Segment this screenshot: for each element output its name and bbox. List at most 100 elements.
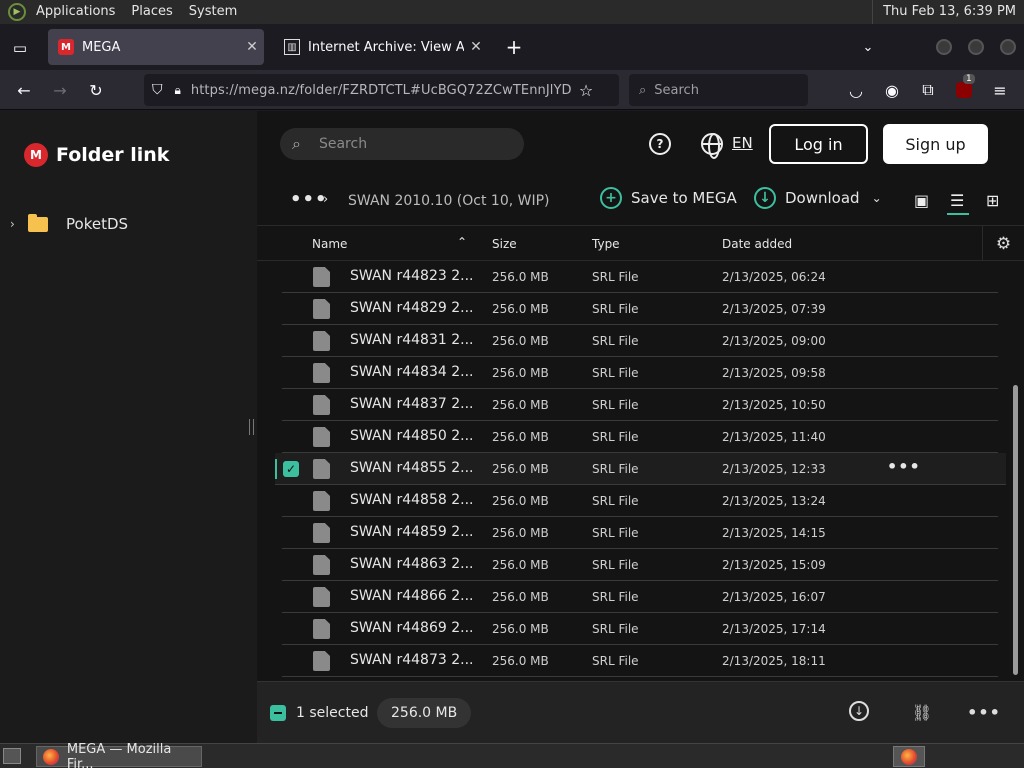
shield-icon[interactable]: ⛉: [152, 82, 163, 98]
table-row[interactable]: SWAN r44850 2... 256.0 MB SRL File 2/13/202…: [282, 421, 998, 453]
save-to-mega-button[interactable]: + Save to MEGA: [600, 187, 737, 209]
table-row[interactable]: SWAN r44863 2... 256.0 MB SRL File 2/13/202…: [282, 549, 998, 581]
search-bar[interactable]: ⌕ Search: [629, 74, 808, 106]
column-settings-gear-icon[interactable]: ⚙: [982, 226, 1024, 261]
places-menu[interactable]: Places: [123, 0, 180, 24]
file-type: SRL File: [592, 462, 639, 476]
table-row[interactable]: ✓ SWAN r44855 2... 256.0 MB SRL File 2/13/20…: [275, 453, 1006, 485]
help-icon[interactable]: ?: [649, 133, 671, 155]
table-row[interactable]: SWAN r44858 2... 256.0 MB SRL File 2/13/202…: [282, 485, 998, 517]
panel-menu: Applications Places System: [28, 0, 245, 24]
url-text[interactable]: https://mega.nz/folder/FZRDTCTL#UcBGQ72Z…: [191, 83, 571, 98]
close-window-icon[interactable]: [1000, 39, 1016, 55]
file-date: 2/13/2025, 18:11: [722, 654, 826, 668]
column-name[interactable]: Name: [312, 237, 347, 251]
back-icon[interactable]: ←: [12, 78, 36, 102]
search-input[interactable]: ⌕ Search: [280, 128, 524, 160]
table-row[interactable]: SWAN r44873 2... 256.0 MB SRL File 2/13/202…: [282, 645, 998, 677]
signup-button[interactable]: Sign up: [883, 124, 988, 164]
mega-page: M Folder link › PoketDS ⌕ Search ? EN Lo…: [0, 111, 1024, 743]
sidebar-item-poketds[interactable]: › PoketDS: [10, 213, 128, 233]
file-name: SWAN r44863 2...: [350, 556, 474, 572]
thumbnail-view-icon[interactable]: ▣: [914, 191, 929, 210]
ublock-icon[interactable]: 1: [952, 74, 976, 102]
row-checkbox[interactable]: ✓: [283, 461, 299, 477]
grid-view-icon[interactable]: ⊞: [986, 191, 999, 210]
table-row[interactable]: SWAN r44831 2... 256.0 MB SRL File 2/13/202…: [282, 325, 998, 357]
table-row[interactable]: SWAN r44866 2... 256.0 MB SRL File 2/13/202…: [282, 581, 998, 613]
table-row[interactable]: SWAN r44869 2... 256.0 MB SRL File 2/13/202…: [282, 613, 998, 645]
download-button[interactable]: ↓ Download ⌄: [754, 187, 882, 209]
file-size: 256.0 MB: [492, 462, 549, 476]
list-tabs-chevron-icon[interactable]: ⌄: [856, 35, 880, 59]
clock[interactable]: Thu Feb 13, 6:39 PM: [872, 0, 1024, 24]
language-selector[interactable]: EN: [732, 134, 753, 152]
file-name: SWAN r44866 2...: [350, 588, 474, 604]
applications-menu[interactable]: Applications: [28, 0, 123, 24]
file-date: 2/13/2025, 16:07: [722, 590, 826, 604]
url-bar[interactable]: ⛉ 🔒︎ https://mega.nz/folder/FZRDTCTL#UcB…: [144, 74, 619, 106]
lock-icon[interactable]: 🔒︎: [175, 83, 181, 98]
file-type: SRL File: [592, 398, 639, 412]
maximize-window-icon[interactable]: [968, 39, 984, 55]
deselect-checkbox[interactable]: [270, 705, 286, 721]
tab-overview-icon[interactable]: ▭: [8, 36, 32, 60]
login-button[interactable]: Log in: [769, 124, 868, 164]
plus-circle-icon: +: [600, 187, 622, 209]
file-icon: [313, 491, 330, 511]
close-tab-icon[interactable]: ✕: [464, 39, 488, 55]
file-name: SWAN r44831 2...: [350, 332, 474, 348]
workspace-switcher[interactable]: [893, 746, 925, 767]
file-size: 256.0 MB: [492, 622, 549, 636]
show-desktop-icon[interactable]: [3, 748, 21, 764]
table-row[interactable]: SWAN r44859 2... 256.0 MB SRL File 2/13/202…: [282, 517, 998, 549]
link-icon[interactable]: ⛓: [911, 701, 933, 723]
row-more-options-icon[interactable]: •••: [887, 457, 921, 476]
navigation-bar: ← → ↻ ⛉ 🔒︎ https://mega.nz/folder/FZRDTC…: [0, 70, 1024, 110]
file-icon: [313, 619, 330, 639]
more-options-icon[interactable]: •••: [967, 701, 1000, 723]
hamburger-menu-icon[interactable]: ≡: [988, 78, 1012, 102]
folder-link-title: Folder link: [56, 144, 170, 166]
table-row[interactable]: SWAN r44829 2... 256.0 MB SRL File 2/13/202…: [282, 293, 998, 325]
save-to-mega-label: Save to MEGA: [631, 189, 737, 207]
file-date: 2/13/2025, 15:09: [722, 558, 826, 572]
column-size[interactable]: Size: [492, 237, 517, 251]
taskbar-item-firefox[interactable]: MEGA — Mozilla Fir...: [36, 742, 202, 768]
screen: ▶ Applications Places System Thu Feb 13,…: [0, 0, 1024, 768]
download-circle-icon[interactable]: ↓: [849, 701, 869, 721]
bookmark-star-icon[interactable]: ☆: [579, 81, 593, 100]
minimize-window-icon[interactable]: [936, 39, 952, 55]
globe-icon[interactable]: [701, 133, 723, 159]
scrollbar[interactable]: [1013, 385, 1018, 675]
breadcrumb-more-icon[interactable]: •••: [290, 189, 328, 210]
distro-logo-icon[interactable]: ▶: [8, 3, 26, 21]
file-type: SRL File: [592, 622, 639, 636]
mega-logo-icon[interactable]: M: [24, 143, 48, 167]
file-size: 256.0 MB: [492, 334, 549, 348]
chevron-right-icon[interactable]: ›: [10, 217, 24, 231]
pocket-icon[interactable]: ◡: [844, 78, 868, 102]
tab-internet-archive[interactable]: ▥ Internet Archive: View Archi ✕: [276, 29, 488, 65]
tab-mega[interactable]: M MEGA ✕: [48, 29, 264, 65]
list-view-icon[interactable]: ☰: [950, 191, 964, 210]
column-type[interactable]: Type: [592, 237, 620, 251]
new-tab-icon[interactable]: +: [502, 35, 526, 59]
close-tab-icon[interactable]: ✕: [240, 39, 264, 55]
sidebar-resize-handle[interactable]: [249, 419, 254, 435]
system-menu[interactable]: System: [181, 0, 245, 24]
column-date-added[interactable]: Date added: [722, 237, 792, 251]
chevron-down-icon[interactable]: ⌄: [872, 191, 882, 205]
table-row[interactable]: SWAN r44834 2... 256.0 MB SRL File 2/13/202…: [282, 357, 998, 389]
account-icon[interactable]: ◉: [880, 78, 904, 102]
file-name: SWAN r44850 2...: [350, 428, 474, 444]
search-icon: ⌕: [639, 82, 647, 98]
reload-icon[interactable]: ↻: [84, 78, 108, 102]
file-name: SWAN r44837 2...: [350, 396, 474, 412]
sort-ascending-icon[interactable]: ⌃: [457, 235, 467, 249]
table-row[interactable]: SWAN r44837 2... 256.0 MB SRL File 2/13/202…: [282, 389, 998, 421]
forward-icon[interactable]: →: [48, 78, 72, 102]
file-icon: [313, 427, 330, 447]
extensions-icon[interactable]: ⧉: [916, 78, 940, 102]
table-row[interactable]: SWAN r44823 2... 256.0 MB SRL File 2/13/202…: [282, 261, 998, 293]
